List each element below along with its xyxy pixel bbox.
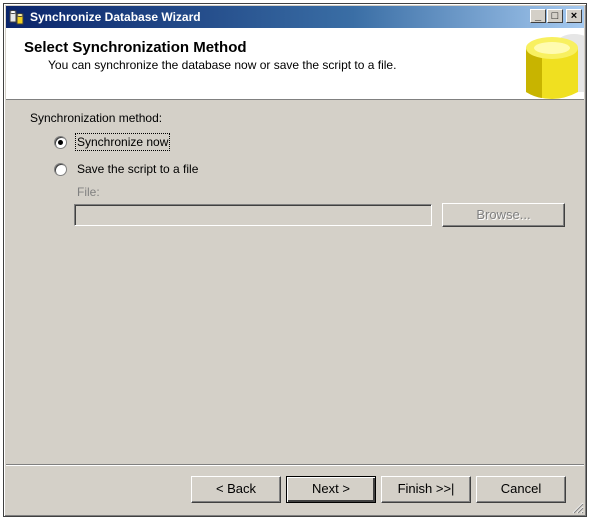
minimize-icon: _: [534, 10, 542, 22]
sync-now-radio[interactable]: [54, 136, 67, 149]
back-button[interactable]: < Back: [191, 476, 281, 503]
page-subtitle: You can synchronize the database now or …: [48, 58, 397, 72]
file-path-input[interactable]: [74, 204, 432, 226]
minimize-button[interactable]: _: [530, 9, 546, 23]
sync-method-label: Synchronization method:: [30, 111, 163, 125]
browse-button[interactable]: Browse...: [442, 203, 565, 227]
cancel-button[interactable]: Cancel: [476, 476, 566, 503]
file-label: File:: [77, 185, 100, 199]
title-bar[interactable]: Synchronize Database Wizard _ □ ×: [6, 6, 584, 28]
footer-divider: [6, 464, 584, 466]
finish-button[interactable]: Finish >>|: [381, 476, 471, 503]
page-title: Select Synchronization Method: [24, 39, 247, 56]
save-script-label[interactable]: Save the script to a file: [77, 162, 198, 176]
window-title: Synchronize Database Wizard: [30, 10, 201, 24]
wizard-header: Select Synchronization Method You can sy…: [6, 28, 584, 100]
close-button[interactable]: ×: [566, 9, 582, 23]
maximize-icon: □: [551, 10, 559, 22]
save-script-radio[interactable]: [54, 163, 67, 176]
resize-grip-icon[interactable]: [572, 502, 584, 514]
wizard-window: Synchronize Database Wizard _ □ × Select…: [3, 3, 587, 517]
radio-selected-dot: [58, 140, 63, 145]
database-wizard-icon: [9, 10, 24, 25]
next-button[interactable]: Next >: [286, 476, 376, 503]
close-icon: ×: [570, 10, 578, 22]
sync-now-label[interactable]: Synchronize now: [74, 133, 171, 151]
maximize-button[interactable]: □: [547, 9, 563, 23]
database-cylinder-icon: [526, 34, 584, 99]
